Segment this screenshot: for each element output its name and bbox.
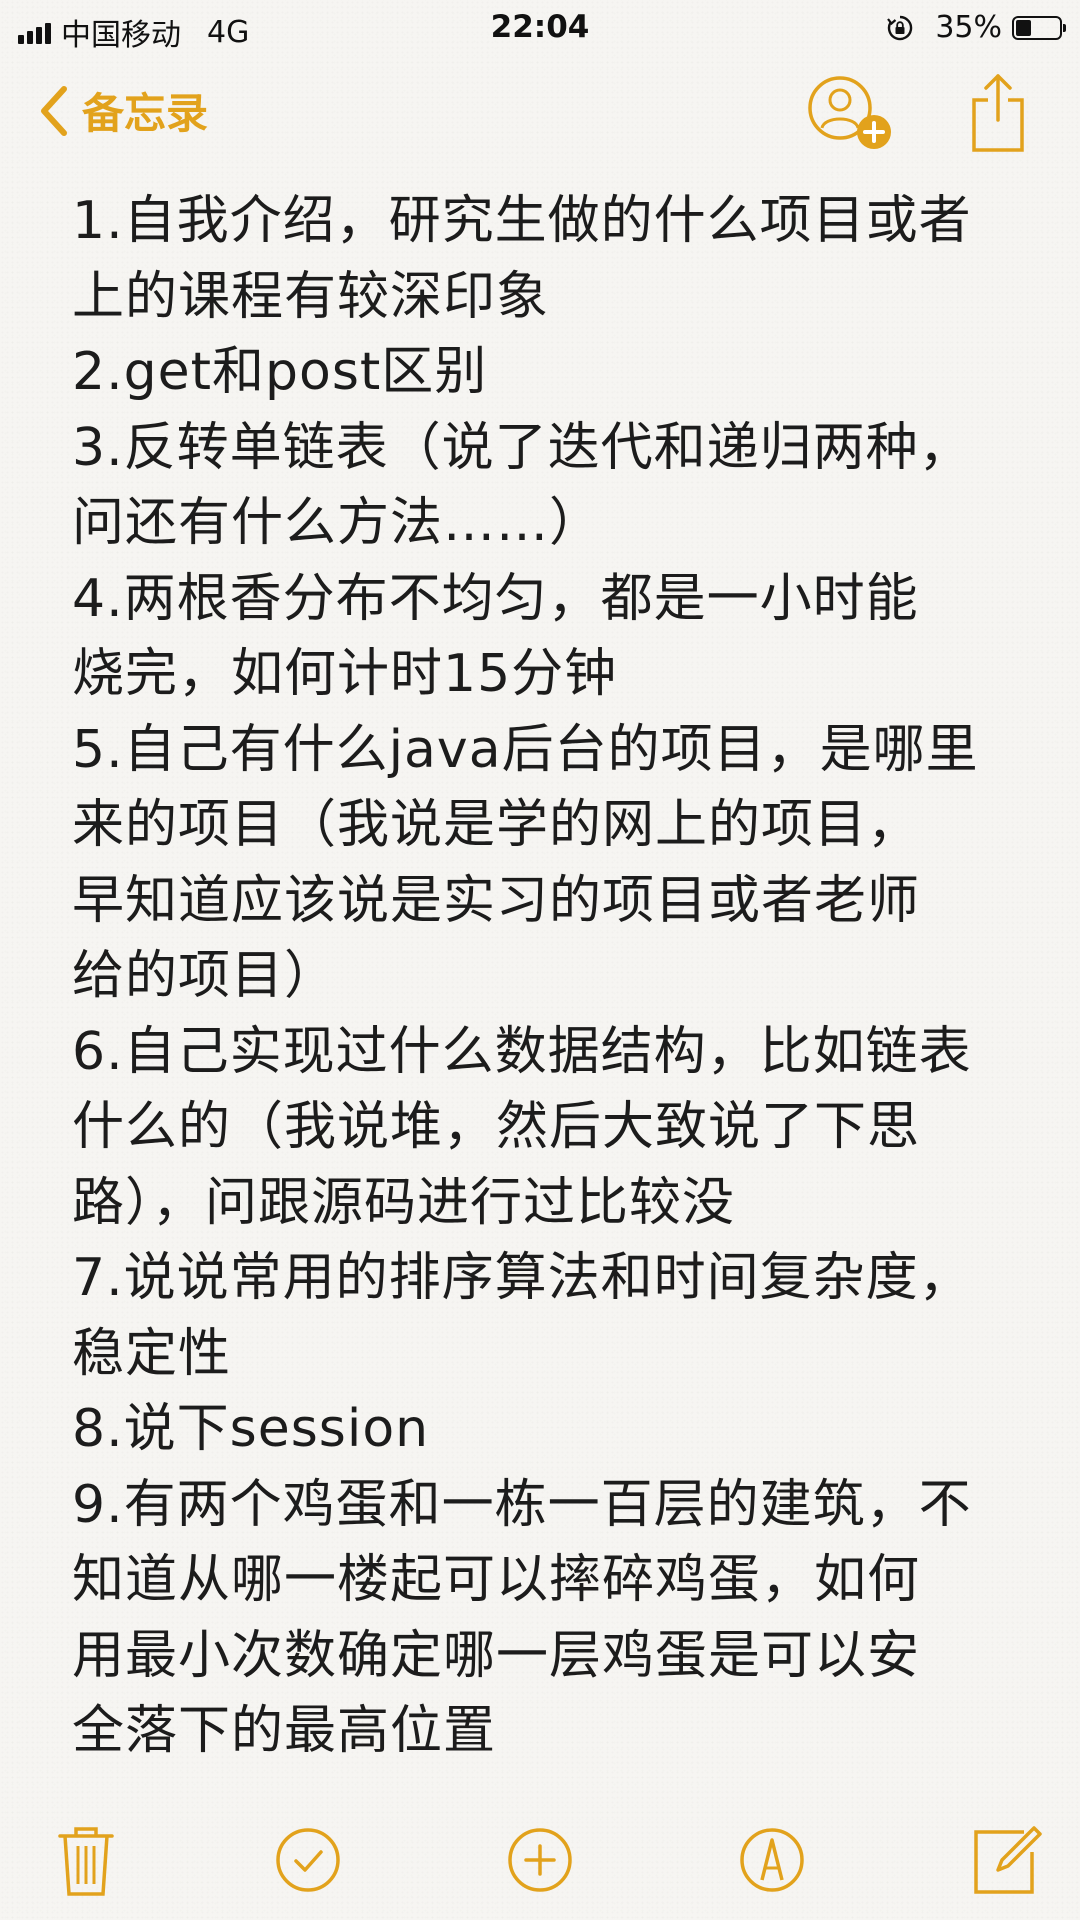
note-line: 6.自己实现过什么数据结构，比如链表 bbox=[72, 1021, 972, 1082]
markup-icon[interactable] bbox=[732, 1820, 812, 1900]
note-line: 路），问跟源码进行过比较没 bbox=[72, 1172, 736, 1233]
note-line: 2.get和post区别 bbox=[72, 342, 488, 402]
share-icon[interactable] bbox=[968, 70, 1028, 154]
trash-icon[interactable] bbox=[46, 1820, 126, 1900]
note-line: 给的项目） bbox=[72, 946, 338, 1006]
checklist-icon[interactable] bbox=[268, 1820, 348, 1900]
add-person-icon[interactable] bbox=[806, 74, 894, 154]
nav-bar: 备忘录 bbox=[0, 56, 1080, 166]
note-line: 早知道应该说是实习的项目或者老师 bbox=[72, 870, 921, 931]
note-line: 3.反转单链表（说了迭代和递归两种， bbox=[72, 417, 972, 478]
bottom-toolbar bbox=[0, 1820, 1080, 1910]
note-line: 来的项目（我说是学的网上的项目， bbox=[72, 795, 921, 855]
chevron-left-icon bbox=[41, 85, 67, 136]
note-line: 1.自我介绍，研究生做的什么项目或者 bbox=[72, 191, 972, 251]
note-line: 烧完，如何计时15分钟 bbox=[72, 644, 618, 704]
add-icon[interactable] bbox=[500, 1820, 580, 1900]
note-line: 9.有两个鸡蛋和一栋一百层的建筑，不 bbox=[72, 1474, 972, 1535]
compose-icon[interactable] bbox=[968, 1820, 1048, 1900]
status-bar: 中国移动 4G 22:04 35% bbox=[0, 0, 1080, 56]
battery-fill bbox=[1016, 19, 1031, 36]
note-body[interactable]: 1.自我介绍，研究生做的什么项目或者 上的课程有较深印象 2.get和post区别 3… bbox=[72, 184, 1022, 1770]
note-line: 知道从哪一楼起可以摔碎鸡蛋，如何 bbox=[72, 1550, 921, 1610]
note-line: 4.两根香分布不均匀，都是一小时能 bbox=[72, 568, 919, 629]
note-line: 上的课程有较深印象 bbox=[72, 266, 550, 327]
note-line: 7.说说常用的排序算法和时间复杂度， bbox=[72, 1248, 972, 1308]
note-line: 全落下的最高位置 bbox=[72, 1701, 497, 1761]
note-line: 8.说下session bbox=[72, 1399, 430, 1459]
rotation-lock-icon bbox=[887, 15, 913, 40]
back-label: 备忘录 bbox=[82, 89, 209, 138]
battery-icon bbox=[1012, 15, 1066, 40]
back-button[interactable]: 备忘录 bbox=[36, 80, 208, 141]
note-line: 稳定性 bbox=[72, 1323, 232, 1384]
battery-percent: 35% bbox=[935, 10, 1002, 45]
note-line: 用最小次数确定哪一层鸡蛋是可以安 bbox=[72, 1625, 921, 1686]
note-line: 5.自己有什么java后台的项目，是哪里 bbox=[72, 719, 979, 780]
note-line: 问还有什么方法……） bbox=[72, 493, 603, 553]
status-right: 35% bbox=[887, 10, 1066, 45]
note-line: 什么的（我说堆，然后大致说了下思 bbox=[72, 1097, 921, 1157]
